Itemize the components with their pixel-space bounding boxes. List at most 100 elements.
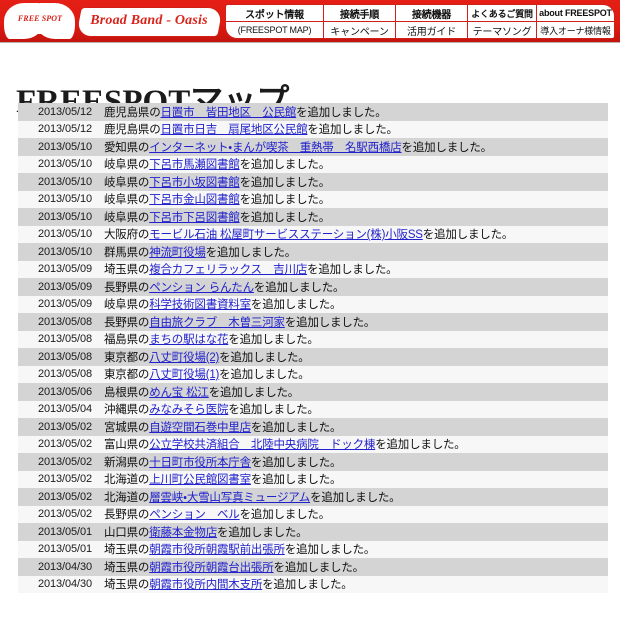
list-item: 2013/05/10 岐阜県の下呂市馬瀬図書館を追加しました。 xyxy=(18,155,608,173)
list-item-date: 2013/05/08 xyxy=(37,368,92,381)
nav-item-about-freespot[interactable]: about FREESPOT xyxy=(537,5,614,22)
list-item-prefecture: 福島県の xyxy=(104,334,150,347)
nav-item-faq[interactable]: よくあるご質問 xyxy=(468,5,536,22)
list-item-spot-link[interactable]: 下呂市馬瀬図書館 xyxy=(149,159,240,171)
nav-item-owner-info[interactable]: 導入オーナ様情報 xyxy=(537,22,614,38)
list-item-suffix: を追加しました。 xyxy=(273,561,365,574)
header-divider xyxy=(0,42,620,43)
list-item-description: 埼玉県の複合カフェリラックス 吉川店を追加しました。 xyxy=(104,261,608,277)
list-item-spot-link[interactable]: みなみそら医院 xyxy=(149,404,228,416)
list-item-spot-link[interactable]: 下呂市小坂図書館 xyxy=(149,177,240,189)
list-item-description: 山口県の衛藤本金物店を追加しました。 xyxy=(104,524,608,540)
list-item-spot-link[interactable]: 十日町市役所本庁舎 xyxy=(149,457,251,469)
list-item-suffix: を追加しました。 xyxy=(250,421,342,434)
list-item: 2013/04/30 埼玉県の朝霞市役所内間木支所を追加しました。 xyxy=(18,575,608,593)
nav-item-usage-guide[interactable]: 活用ガイド xyxy=(396,22,467,38)
nav-item-campaign[interactable]: キャンペーン xyxy=(324,22,395,38)
list-item-spot-link[interactable]: 自由旅クラブ 木曽三河家 xyxy=(149,317,285,329)
list-item-date: 2013/05/08 xyxy=(37,350,92,363)
nav-column-connection: 接続手順 キャンペーン xyxy=(323,5,395,38)
list-item-prefecture: 島根県の xyxy=(104,386,150,399)
list-item: 2013/05/10 岐阜県の下呂市下呂図書館を追加しました。 xyxy=(18,208,608,226)
list-item-suffix: を追加しました。 xyxy=(284,316,376,329)
list-item-spot-link[interactable]: 下呂市下呂図書館 xyxy=(149,212,240,224)
list-item-prefecture: 長野県の xyxy=(104,316,150,329)
list-item-spot-link[interactable]: 衛藤本金物店 xyxy=(149,527,217,539)
list-item-spot-link[interactable]: ペンション ベル xyxy=(149,509,240,521)
list-item-spot-link[interactable]: めん宝 松江 xyxy=(149,387,209,399)
list-item-description: 長野県のペンション ベルを追加しました。 xyxy=(104,506,608,522)
list-item-description: 島根県のめん宝 松江を追加しました。 xyxy=(104,384,608,400)
list-item-spot-link[interactable]: 上川町公民館図書室 xyxy=(149,474,251,486)
list-item-prefecture: 東京都の xyxy=(104,351,150,364)
spot-update-list: 2013/05/12 鹿児島県の日置市 皆田地区 公民館を追加しました。 2013/… xyxy=(18,103,608,593)
list-item: 2013/05/12 鹿児島県の日置市 皆田地区 公民館を追加しました。 xyxy=(18,103,608,121)
list-item-suffix: を追加しました。 xyxy=(219,369,310,382)
nav-column-devices: 接続機器 活用ガイド xyxy=(395,5,467,38)
list-item: 2013/05/09 長野県のペンション らんたんを追加しました。 xyxy=(18,278,608,296)
nav-item-connection-steps[interactable]: 接続手順 xyxy=(324,5,395,22)
list-item-description: 岐阜県の科学技術図書資料室を追加しました。 xyxy=(104,296,608,312)
list-item-spot-link[interactable]: 八丈町役場(1) xyxy=(149,369,219,381)
list-item-spot-link[interactable]: まちの駅はな花 xyxy=(149,334,228,346)
list-item-prefecture: 北海道の xyxy=(104,491,150,504)
list-item-spot-link[interactable]: インターネット・まんが喫茶 重熱帯 名駅西橋店 xyxy=(149,142,402,154)
list-item-prefecture: 岐阜県の xyxy=(104,176,150,189)
list-item-suffix: を追加しました。 xyxy=(208,386,300,399)
list-item-spot-link[interactable]: モービル石油 松屋町サービスステーション(株)小阪SS xyxy=(149,229,423,241)
list-item-spot-link[interactable]: ペンション らんたん xyxy=(149,282,254,294)
list-item-spot-link[interactable]: 八丈町役場(2) xyxy=(149,352,219,364)
list-item-spot-link[interactable]: 朝霞市役所朝霞台出張所 xyxy=(149,562,274,574)
list-item-spot-link[interactable]: 下呂市金山図書館 xyxy=(149,194,240,206)
list-item-spot-link[interactable]: 自遊空間石巻中里店 xyxy=(149,422,251,434)
list-item-suffix: を追加しました。 xyxy=(239,194,331,207)
nav-item-freespot-map[interactable]: (FREESPOT MAP) xyxy=(226,22,323,38)
list-item-spot-link[interactable]: 複合カフェリラックス 吉川店 xyxy=(149,264,307,276)
list-item-prefecture: 新潟県の xyxy=(104,456,150,469)
list-item: 2013/05/06 島根県のめん宝 松江を追加しました。 xyxy=(18,383,608,401)
list-item-prefecture: 長野県の xyxy=(104,509,150,522)
list-item-suffix: を追加しました。 xyxy=(239,509,331,522)
list-item-prefecture: 富山県の xyxy=(104,439,150,452)
list-item-description: 東京都の八丈町役場(2)を追加しました。 xyxy=(104,349,608,365)
list-item-suffix: を追加しました。 xyxy=(253,281,345,294)
list-item-spot-link[interactable]: 神流町役場 xyxy=(149,247,206,259)
list-item: 2013/05/10 岐阜県の下呂市小坂図書館を追加しました。 xyxy=(18,173,608,191)
list-item-description: 鹿児島県の日置市日吉 扇尾地区公民館を追加しました。 xyxy=(104,121,608,137)
list-item: 2013/04/30 埼玉県の朝霞市役所朝霞台出張所を追加しました。 xyxy=(18,558,608,576)
freespot-logo[interactable]: FREE SPOT xyxy=(4,3,76,39)
list-item-date: 2013/05/02 xyxy=(37,508,92,521)
list-item-spot-link[interactable]: 日置市 皆田地区 公民館 xyxy=(161,107,297,119)
list-item-suffix: を追加しました。 xyxy=(422,229,514,242)
list-item-suffix: を追加しました。 xyxy=(205,246,297,259)
list-item-date: 2013/05/10 xyxy=(37,175,92,188)
list-item-date: 2013/05/10 xyxy=(37,140,92,153)
list-item-prefecture: 岐阜県の xyxy=(104,211,150,224)
nav-column-faq: よくあるご質問 テーマソング xyxy=(467,5,536,38)
list-item: 2013/05/04 沖縄県のみなみそら医院を追加しました。 xyxy=(18,400,608,418)
list-item-date: 2013/05/01 xyxy=(37,543,92,556)
list-item-suffix: を追加しました。 xyxy=(217,526,308,539)
list-item-prefecture: 愛知県の xyxy=(104,141,150,154)
list-item-prefecture: 埼玉県の xyxy=(104,544,150,557)
list-item-date: 2013/05/02 xyxy=(37,455,92,468)
list-item-suffix: を追加しました。 xyxy=(307,124,398,137)
nav-item-devices[interactable]: 接続機器 xyxy=(396,5,467,22)
list-item-spot-link[interactable]: 朝霞市役所朝霞駅前出張所 xyxy=(149,544,285,556)
nav-item-spot-info[interactable]: スポット情報 xyxy=(226,5,323,22)
list-item-spot-link[interactable]: 公立学校共済組合 北陸中央病院 ドック棟 xyxy=(149,439,375,451)
list-item: 2013/05/02 長野県のペンション ベルを追加しました。 xyxy=(18,505,608,523)
list-item-suffix: を追加しました。 xyxy=(228,334,319,347)
list-item-date: 2013/04/30 xyxy=(37,560,92,573)
list-item-description: 岐阜県の下呂市馬瀬図書館を追加しました。 xyxy=(104,156,608,172)
nav-item-theme-song[interactable]: テーマソング xyxy=(468,22,536,38)
list-item-spot-link[interactable]: 科学技術図書資料室 xyxy=(149,299,251,311)
list-item-date: 2013/05/02 xyxy=(37,438,92,451)
list-item-description: 長野県の自由旅クラブ 木曽三河家を追加しました。 xyxy=(104,314,608,330)
list-item: 2013/05/09 埼玉県の複合カフェリラックス 吉川店を追加しました。 xyxy=(18,260,608,278)
list-item-spot-link[interactable]: 朝霞市役所内間木支所 xyxy=(149,579,262,591)
list-item-spot-link[interactable]: 日置市日吉 扇尾地区公民館 xyxy=(161,124,308,136)
list-item-spot-link[interactable]: 層雲峡・大雪山写真ミュージアム xyxy=(149,492,310,504)
list-item: 2013/05/02 宮城県の自遊空間石巻中里店を追加しました。 xyxy=(18,418,608,436)
list-item-date: 2013/05/10 xyxy=(37,210,92,223)
